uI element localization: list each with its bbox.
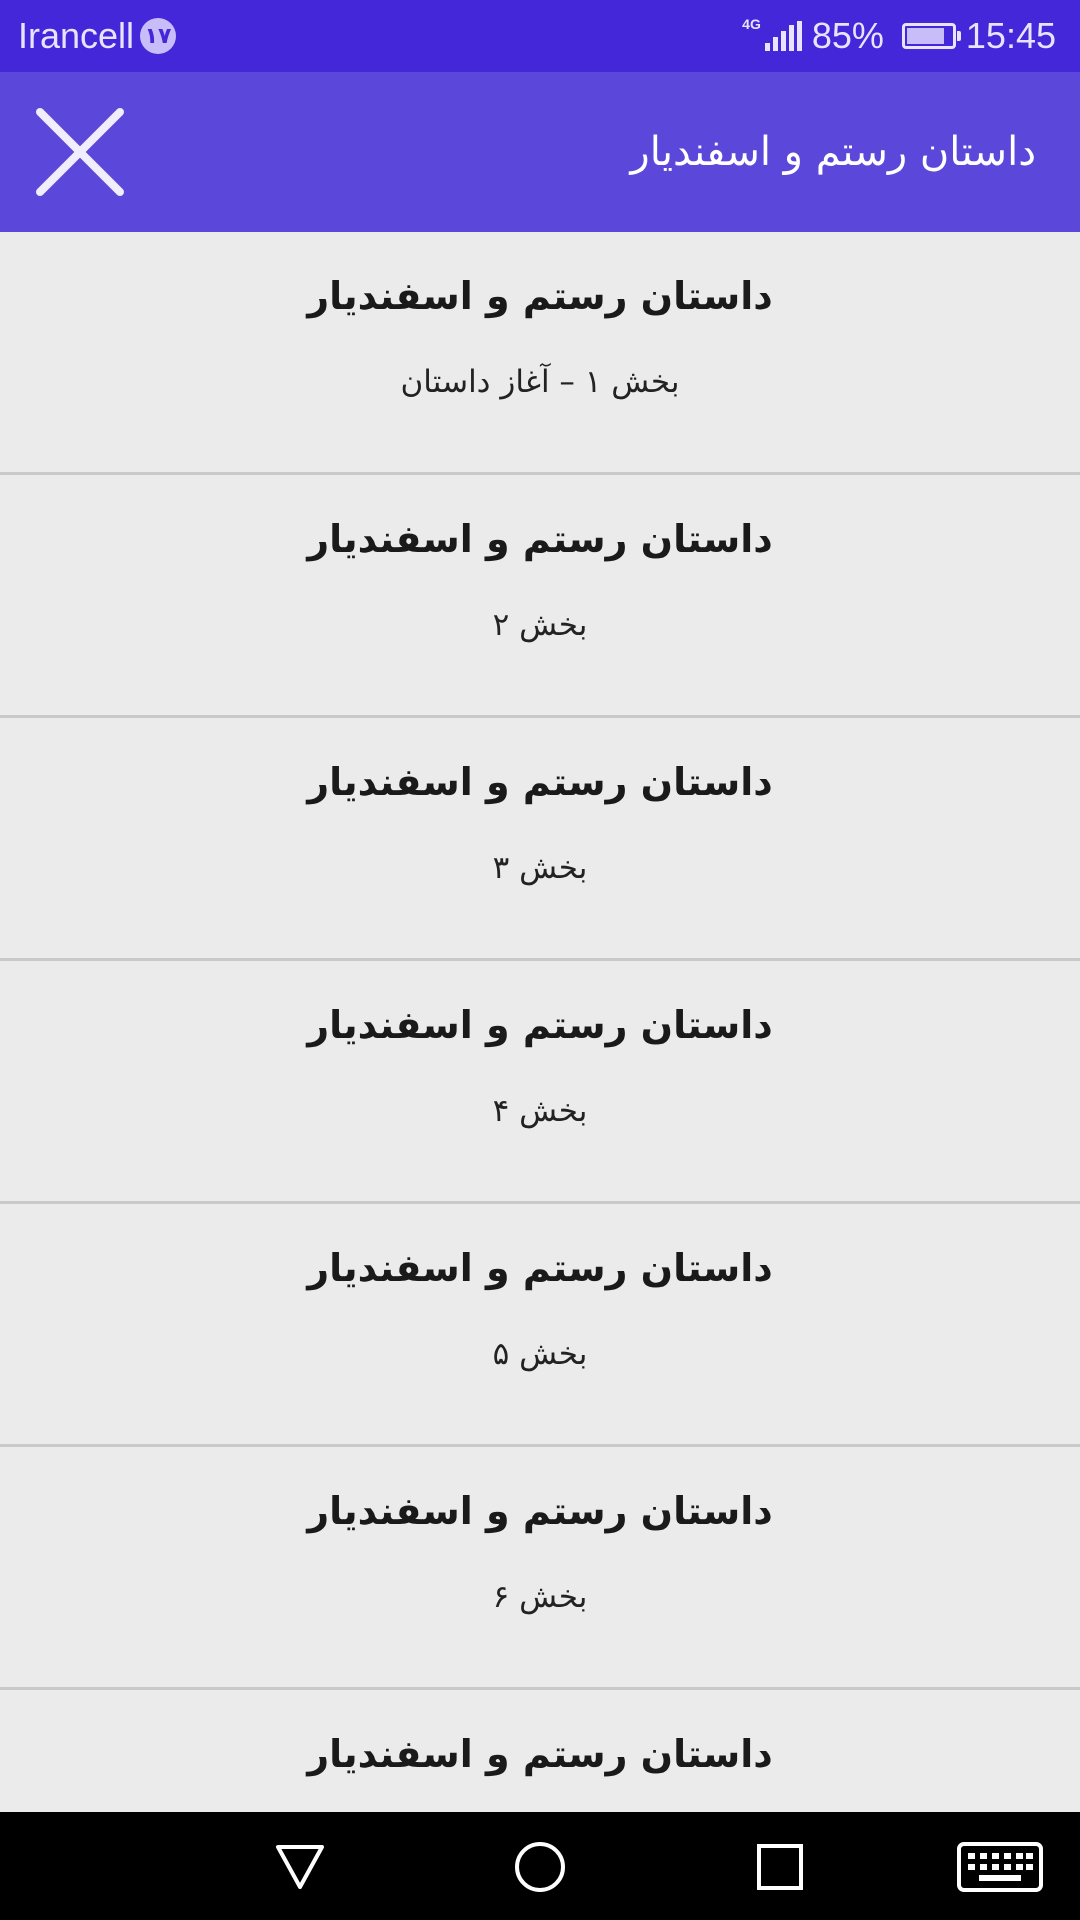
list-item[interactable]: داستان رستم و اسفندیار بخش ۶ <box>0 1447 1080 1690</box>
network-type: 4G <box>742 16 761 32</box>
item-title: داستان رستم و اسفندیار <box>307 1003 773 1047</box>
battery-fill <box>906 28 944 44</box>
item-subtitle: بخش ۳ <box>492 850 588 886</box>
list-item[interactable]: داستان رستم و اسفندیار بخش ۲ <box>0 475 1080 718</box>
carrier-name: Irancell <box>18 15 135 56</box>
list-item[interactable]: داستان رستم و اسفندیار بخش ۴ <box>0 961 1080 1204</box>
item-title: داستان رستم و اسفندیار <box>307 1246 773 1290</box>
home-icon <box>515 1842 565 1892</box>
item-title: داستان رستم و اسفندیار <box>307 1489 773 1533</box>
item-title: داستان رستم و اسفندیار <box>307 1732 773 1776</box>
signal-icon <box>764 21 802 51</box>
close-button[interactable] <box>32 104 128 200</box>
list-item[interactable]: داستان رستم و اسفندیار بخش ۳ <box>0 718 1080 961</box>
item-subtitle: بخش ۴ <box>492 1093 588 1129</box>
list-item[interactable]: داستان رستم و اسفندیار بخش ۵ <box>0 1204 1080 1447</box>
battery-percent: 85% <box>811 15 884 56</box>
close-icon <box>36 108 124 196</box>
chapter-list[interactable]: داستان رستم و اسفندیار بخش ۱ – آغاز داست… <box>0 232 1080 1812</box>
back-icon <box>276 1845 324 1889</box>
item-subtitle: بخش ۲ <box>492 607 588 643</box>
navigation-bar <box>0 1812 1080 1920</box>
item-title: داستان رستم و اسفندیار <box>307 517 773 561</box>
app-bar: داستان رستم و اسفندیار <box>0 72 1080 232</box>
clock: 15:45 <box>965 15 1056 56</box>
notification-badge: ۱۷ <box>140 18 177 54</box>
recents-button[interactable] <box>745 1832 815 1902</box>
item-subtitle: بخش ۱ – آغاز داستان <box>400 364 680 400</box>
status-right: 4G 85% 15:45 <box>742 15 1056 57</box>
home-button[interactable] <box>505 1832 575 1902</box>
list-item[interactable]: داستان رستم و اسفندیار بخش ۱ – آغاز داست… <box>0 232 1080 475</box>
back-button[interactable] <box>265 1832 335 1902</box>
battery-icon <box>901 23 961 49</box>
item-subtitle: بخش ۶ <box>492 1579 588 1615</box>
list-item[interactable]: داستان رستم و اسفندیار <box>0 1690 1080 1812</box>
page-title: داستان رستم و اسفندیار <box>630 129 1036 175</box>
keyboard-button[interactable] <box>955 1832 1045 1902</box>
item-title: داستان رستم و اسفندیار <box>307 274 773 318</box>
keyboard-icon <box>957 1842 1043 1892</box>
status-bar: Irancell ۱۷ 4G 85% 15:45 <box>0 0 1080 72</box>
item-subtitle: بخش ۵ <box>492 1336 588 1372</box>
status-left: Irancell ۱۷ <box>18 15 177 57</box>
item-title: داستان رستم و اسفندیار <box>307 760 773 804</box>
recents-icon <box>757 1844 803 1890</box>
